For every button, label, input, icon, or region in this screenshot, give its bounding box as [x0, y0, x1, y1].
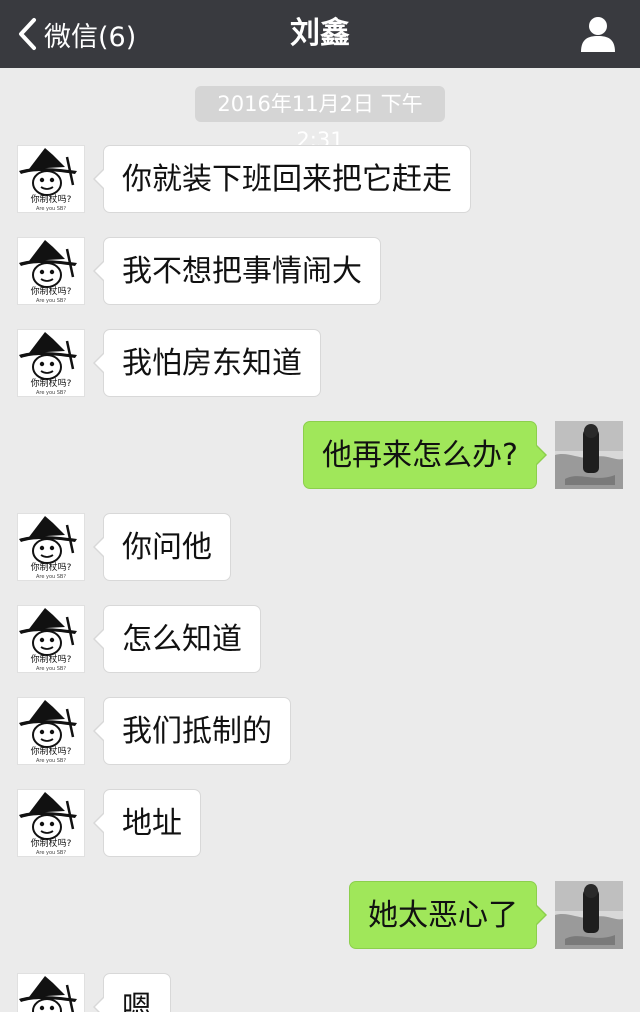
incoming-message-row: 你制杖吗? Are you SB? 怎么知道: [0, 605, 640, 675]
my-avatar[interactable]: [555, 421, 623, 489]
message-bubble[interactable]: 她太恶心了: [349, 881, 547, 949]
message-bubble[interactable]: 我怕房东知道: [93, 329, 321, 397]
contact-avatar[interactable]: 你制杖吗? Are you SB?: [17, 513, 85, 581]
message-bubble[interactable]: 怎么知道: [93, 605, 261, 673]
outgoing-message-row: 他再来怎么办?: [0, 421, 640, 491]
svg-text:你制杖吗?: 你制杖吗?: [31, 193, 72, 205]
chat-title: 刘鑫: [290, 16, 350, 51]
incoming-message-row: 你制杖吗? Are you SB? 你问他: [0, 513, 640, 583]
contact-avatar[interactable]: 你制杖吗? Are you SB?: [17, 605, 85, 673]
svg-text:Are you SB?: Are you SB?: [36, 758, 66, 764]
incoming-message-row: 你制杖吗? Are you SB? 你就装下班回来把它赶走: [0, 145, 640, 215]
message-bubble[interactable]: 我们抵制的: [93, 697, 291, 765]
svg-text:你制杖吗?: 你制杖吗?: [31, 837, 72, 849]
svg-text:你制杖吗?: 你制杖吗?: [31, 653, 72, 665]
person-icon[interactable]: [578, 14, 618, 54]
incoming-message-row: 你制杖吗? Are you SB? 我怕房东知道: [0, 329, 640, 399]
incoming-message-row: 你制杖吗? Are you SB? 我们抵制的: [0, 697, 640, 767]
navigation-bar: 微信(6) 刘鑫: [0, 0, 640, 68]
contact-avatar[interactable]: 你制杖吗? Are you SB?: [17, 329, 85, 397]
svg-text:你制杖吗?: 你制杖吗?: [31, 285, 72, 297]
message-bubble[interactable]: 他再来怎么办?: [303, 421, 547, 489]
svg-text:Are you SB?: Are you SB?: [36, 206, 66, 212]
timestamp: 2016年11月2日 下午2:31: [195, 86, 445, 152]
incoming-message-row: 你制杖吗? Are you SB? 嗯: [0, 973, 640, 1012]
svg-text:Are you SB?: Are you SB?: [36, 390, 66, 396]
incoming-message-row: 你制杖吗? Are you SB? 我不想把事情闹大: [0, 237, 640, 307]
contact-avatar[interactable]: 你制杖吗? Are you SB?: [17, 145, 85, 213]
svg-text:Are you SB?: Are you SB?: [36, 298, 66, 304]
contact-avatar[interactable]: 你制杖吗? Are you SB?: [17, 789, 85, 857]
svg-text:你制杖吗?: 你制杖吗?: [31, 561, 72, 573]
svg-text:你制杖吗?: 你制杖吗?: [31, 377, 72, 389]
contact-avatar[interactable]: 你制杖吗? Are you SB?: [17, 697, 85, 765]
incoming-message-row: 你制杖吗? Are you SB? 地址: [0, 789, 640, 859]
message-bubble[interactable]: 嗯: [93, 973, 171, 1012]
message-bubble[interactable]: 你就装下班回来把它赶走: [93, 145, 471, 213]
message-bubble[interactable]: 你问他: [93, 513, 231, 581]
svg-text:你制杖吗?: 你制杖吗?: [31, 745, 72, 757]
svg-text:Are you SB?: Are you SB?: [36, 666, 66, 672]
contact-avatar[interactable]: 你制杖吗? Are you SB?: [17, 973, 85, 1012]
message-bubble[interactable]: 地址: [93, 789, 201, 857]
svg-text:Are you SB?: Are you SB?: [36, 850, 66, 856]
message-bubble[interactable]: 我不想把事情闹大: [93, 237, 381, 305]
outgoing-message-row: 她太恶心了: [0, 881, 640, 951]
my-avatar[interactable]: [555, 881, 623, 949]
svg-text:Are you SB?: Are you SB?: [36, 574, 66, 580]
contact-avatar[interactable]: 你制杖吗? Are you SB?: [17, 237, 85, 305]
